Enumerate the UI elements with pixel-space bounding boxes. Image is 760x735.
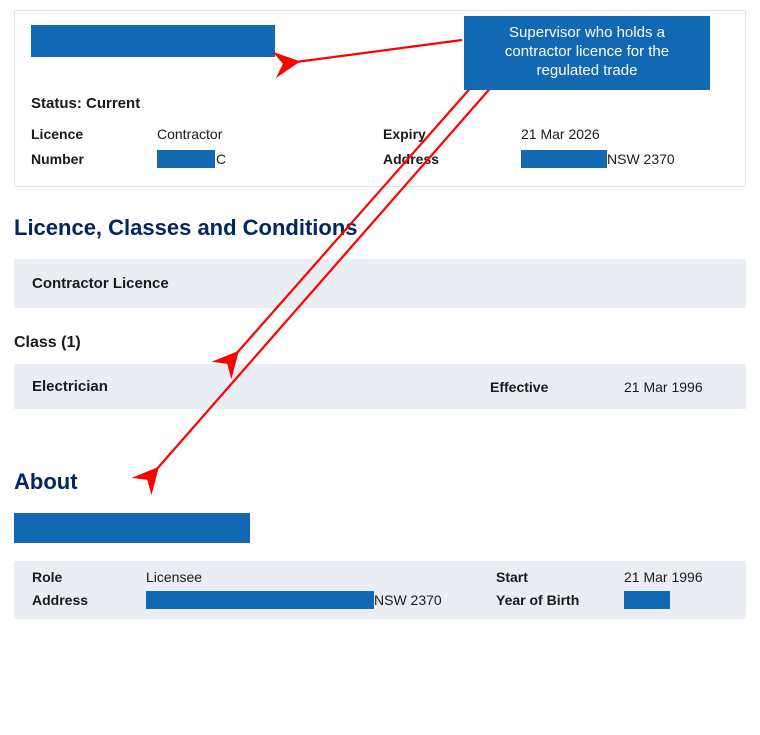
annotation-callout-text: Supervisor who holds a contractor licenc…: [505, 24, 669, 79]
effective-label: Effective: [490, 379, 624, 395]
role-value: Licensee: [146, 569, 496, 585]
yob-label: Year of Birth: [496, 592, 624, 608]
number-value-wrap: C: [157, 150, 383, 168]
effective-value: 21 Mar 1996: [624, 379, 728, 395]
about-rows: Role Licensee Start 21 Mar 1996 Address …: [14, 561, 746, 619]
about-address-redacted: [146, 591, 374, 609]
expiry-value: 21 Mar 2026: [521, 126, 729, 142]
yob-redacted: [624, 591, 670, 609]
class-name: Electrician: [32, 378, 490, 395]
address-label: Address: [383, 151, 521, 167]
licence-label: Licence: [31, 126, 157, 142]
section-heading-licence-classes: Licence, Classes and Conditions: [14, 215, 746, 241]
address-redacted: [521, 150, 607, 168]
band-contractor-licence: Contractor Licence: [14, 259, 746, 308]
band-class-row: Electrician Effective 21 Mar 1996: [14, 364, 746, 409]
status-value: Current: [86, 95, 140, 112]
licence-number-suffix: C: [216, 151, 226, 167]
start-value: 21 Mar 1996: [624, 569, 728, 585]
about-address-value: NSW 2370: [146, 591, 496, 609]
licence-number-redacted: [157, 150, 215, 168]
address-value-wrap: NSW 2370: [521, 150, 729, 168]
section-heading-about: About: [14, 469, 746, 495]
address-suffix: NSW 2370: [607, 151, 675, 167]
about-address-suffix: NSW 2370: [374, 592, 442, 608]
yob-value: [624, 591, 728, 609]
expiry-label: Expiry: [383, 126, 521, 142]
about-name-redacted: [14, 513, 250, 543]
class-subheading: Class (1): [14, 334, 746, 352]
licence-value: Contractor: [157, 126, 383, 142]
about-block: Role Licensee Start 21 Mar 1996 Address …: [14, 513, 746, 619]
status-line: Status: Current: [31, 95, 729, 112]
licensee-name-redacted: [31, 25, 275, 57]
number-label: Number: [31, 151, 157, 167]
annotation-callout: Supervisor who holds a contractor licenc…: [464, 16, 710, 90]
start-label: Start: [496, 569, 624, 585]
role-label: Role: [32, 569, 146, 585]
status-label: Status:: [31, 95, 82, 112]
about-address-label: Address: [32, 592, 146, 608]
